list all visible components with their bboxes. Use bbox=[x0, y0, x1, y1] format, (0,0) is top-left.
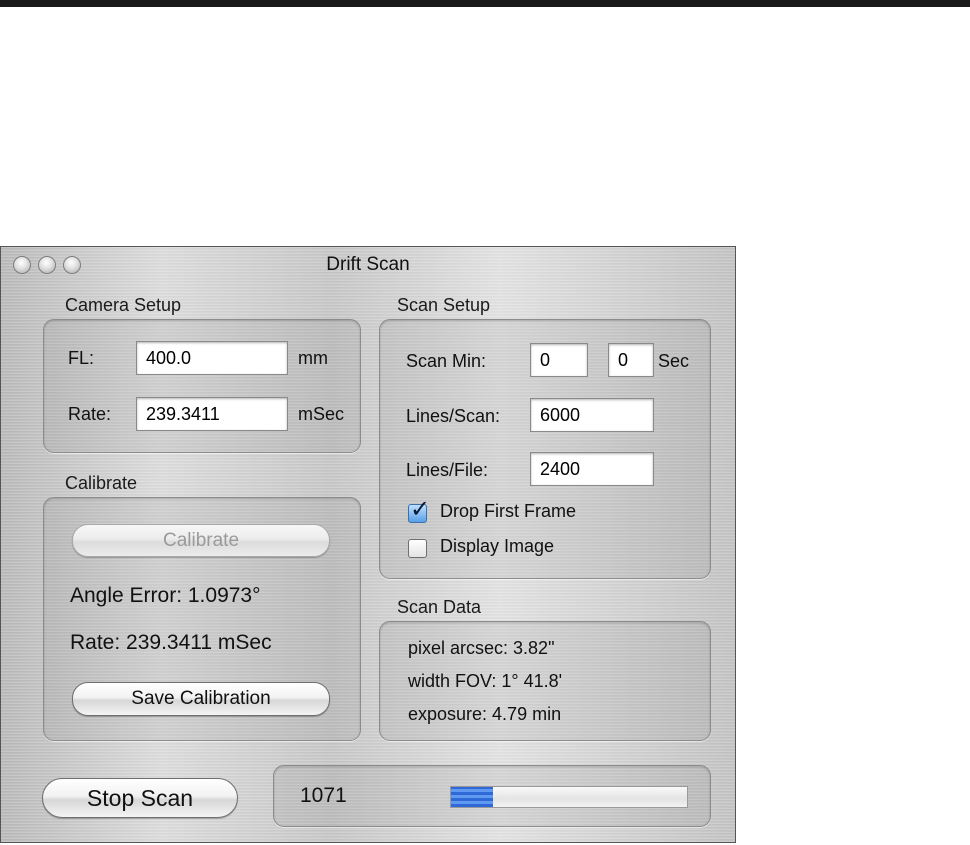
scan-sec-input[interactable] bbox=[608, 343, 654, 377]
camera-setup-title: Camera Setup bbox=[65, 295, 182, 315]
lines-scan-label: Lines/Scan: bbox=[406, 406, 501, 426]
rate-input[interactable] bbox=[136, 397, 288, 431]
scan-data-group: pixel arcsec: 3.82" width FOV: 1° 41.8' … bbox=[379, 621, 711, 741]
drop-first-frame-label[interactable]: Drop First Frame bbox=[440, 501, 576, 522]
status-group: 1071 bbox=[273, 765, 711, 827]
angle-error-text: Angle Error: 1.0973° bbox=[70, 584, 261, 607]
title-bar[interactable]: Drift Scan bbox=[1, 247, 735, 281]
display-image-label[interactable]: Display Image bbox=[440, 536, 554, 557]
rate-unit: mSec bbox=[298, 404, 345, 424]
fl-unit: mm bbox=[298, 348, 328, 368]
window-title: Drift Scan bbox=[326, 254, 410, 275]
line-count-text: 1071 bbox=[300, 784, 347, 807]
width-fov-text: width FOV: 1° 41.8' bbox=[408, 671, 563, 691]
exposure-text: exposure: 4.79 min bbox=[408, 704, 562, 724]
lines-scan-input[interactable] bbox=[530, 398, 654, 432]
scan-data-title: Scan Data bbox=[397, 597, 482, 617]
fl-label: FL: bbox=[68, 348, 95, 368]
scan-min-input[interactable] bbox=[530, 343, 588, 377]
checkmark-icon: ✓ bbox=[410, 496, 431, 523]
top-rule bbox=[0, 0, 970, 7]
scan-setup-group: Scan Min: Sec Lines/Scan: Lines/File: ✓ … bbox=[379, 319, 711, 579]
calibrate-group: Calibrate Angle Error: 1.0973° Rate: 239… bbox=[43, 497, 361, 741]
drift-scan-window: Drift Scan Camera Setup FL: mm Rate: mSe… bbox=[0, 246, 736, 843]
calibration-rate-text: Rate: 239.3411 mSec bbox=[70, 631, 272, 654]
sec-unit: Sec bbox=[658, 351, 690, 371]
display-image-checkbox[interactable] bbox=[408, 539, 427, 558]
pixel-arcsec-text: pixel arcsec: 3.82" bbox=[408, 638, 555, 658]
lines-file-input[interactable] bbox=[530, 452, 654, 486]
camera-setup-group: FL: mm Rate: mSec bbox=[43, 319, 361, 453]
scan-progress-fill bbox=[451, 787, 494, 807]
fl-input[interactable] bbox=[136, 341, 288, 375]
calibrate-button[interactable]: Calibrate bbox=[72, 524, 330, 557]
lines-file-label: Lines/File: bbox=[406, 460, 489, 480]
drop-first-frame-checkbox[interactable]: ✓ bbox=[408, 498, 430, 523]
calibrate-title: Calibrate bbox=[65, 473, 138, 493]
stop-scan-button[interactable]: Stop Scan bbox=[42, 778, 238, 818]
scan-min-label: Scan Min: bbox=[406, 351, 487, 371]
save-calibration-button[interactable]: Save Calibration bbox=[72, 682, 330, 716]
scan-progress-bar bbox=[450, 786, 688, 808]
scan-setup-title: Scan Setup bbox=[397, 295, 491, 315]
rate-label: Rate: bbox=[68, 404, 112, 424]
